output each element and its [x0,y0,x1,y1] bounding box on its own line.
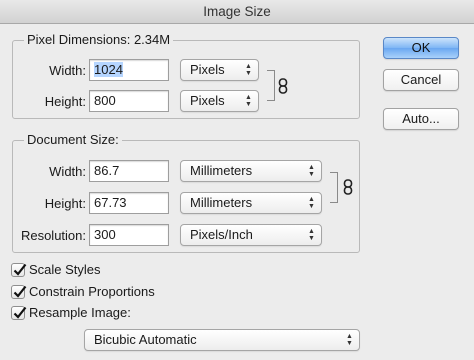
resample-method-value: Bicubic Automatic [94,332,197,347]
pixel-width-input[interactable]: 1024 [89,59,169,81]
resolution-label: Resolution: [20,228,86,243]
checkmark-icon [13,306,27,319]
pixel-height-input[interactable]: 800 [89,90,169,112]
pixel-width-unit: Pixels [190,62,225,77]
checkmark-icon [13,285,27,298]
select-arrows-icon: ▲ ▼ [308,164,315,178]
pixel-dimensions-size: 2.34M [133,32,171,47]
pixel-width-value: 1024 [94,62,123,77]
ok-button[interactable]: OK [383,37,459,59]
resample-image-label: Resample Image: [29,305,131,320]
select-arrows-icon: ▲ ▼ [346,333,353,347]
window-title: Image Size [0,0,474,24]
resolution-unit: Pixels/Inch [190,227,253,242]
doc-height-unit: Millimeters [190,195,253,210]
resample-method-select[interactable]: Bicubic Automatic ▲ ▼ [84,329,360,351]
pixel-dimensions-legend: Pixel Dimensions: 2.34M [24,32,174,47]
document-size-legend: Document Size: [24,132,122,147]
doc-height-value: 67.73 [94,195,127,210]
pixel-height-unit: Pixels [190,93,225,108]
doc-height-label: Height: [44,196,86,211]
resolution-input[interactable]: 300 [89,224,169,246]
pixel-height-label: Height: [44,94,86,109]
scale-styles-label: Scale Styles [29,262,101,277]
constrain-proportions-label: Constrain Proportions [29,284,155,299]
cancel-button[interactable]: Cancel [383,69,459,91]
auto-button[interactable]: Auto... [383,108,459,130]
pixel-height-unit-select[interactable]: Pixels ▲ ▼ [180,90,259,112]
doc-width-label: Width: [49,164,86,179]
pixel-link-bracket [267,70,275,101]
pixel-dimensions-title: Pixel Dimensions: [27,32,131,47]
checkmark-icon [13,263,27,276]
select-arrows-icon: ▲ ▼ [245,63,252,77]
pixel-width-unit-select[interactable]: Pixels ▲ ▼ [180,59,259,81]
scale-styles-checkbox[interactable] [11,263,27,277]
doc-width-unit-select[interactable]: Millimeters ▲ ▼ [180,160,322,182]
doc-link-bracket [330,172,338,203]
resolution-value: 300 [94,227,116,242]
chain-link-icon [278,78,288,97]
pixel-width-label: Width: [49,63,86,78]
resolution-unit-select[interactable]: Pixels/Inch ▲ ▼ [180,224,322,246]
select-arrows-icon: ▲ ▼ [308,228,315,242]
select-arrows-icon: ▲ ▼ [245,94,252,108]
chain-link-icon [343,179,353,198]
doc-width-value: 86.7 [94,163,120,178]
doc-height-input[interactable]: 67.73 [89,192,169,214]
doc-width-unit: Millimeters [190,163,253,178]
doc-width-input[interactable]: 86.7 [89,160,169,182]
resample-image-checkbox[interactable] [11,306,27,320]
doc-height-unit-select[interactable]: Millimeters ▲ ▼ [180,192,322,214]
select-arrows-icon: ▲ ▼ [308,196,315,210]
constrain-proportions-checkbox[interactable] [11,285,27,299]
pixel-height-value: 800 [94,93,116,108]
